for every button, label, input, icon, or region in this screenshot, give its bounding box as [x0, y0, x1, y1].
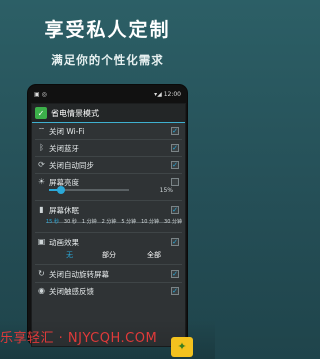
animation-icon: ▣ [37, 237, 46, 246]
leaf-battery-icon: ✓ [35, 107, 47, 119]
brightness-value: 15% [159, 187, 173, 194]
sleep-option[interactable]: 2 分钟 [102, 218, 117, 225]
card-header: ✓ 省电情景模式 [32, 104, 185, 123]
sync-icon: ⟳ [38, 160, 45, 169]
brightness-icon: ☀ [37, 177, 46, 186]
wifi-checkbox[interactable]: ✓ [171, 127, 179, 135]
auto-sync-checkbox[interactable]: ✓ [171, 161, 179, 169]
bluetooth-icon: ᛒ [39, 143, 44, 152]
auto-rotate-checkbox[interactable]: ✓ [171, 270, 179, 278]
setting-wifi[interactable]: ⌔ 关闭 Wi-Fi ✓ [32, 125, 185, 138]
rotate-icon: ↻ [38, 269, 45, 278]
watermark-logo-icon: ✦ [171, 337, 193, 357]
screen-sleep-checkbox[interactable]: ✓ [171, 206, 179, 214]
setting-haptic-feedback[interactable]: ◉ 关闭触感反馈 ✓ [32, 285, 185, 298]
sleep-option[interactable]: 5 分钟 [121, 218, 136, 225]
sleep-option[interactable]: 1 分钟 [82, 218, 97, 225]
setting-label: 关闭自动旋转屏幕 [49, 270, 109, 279]
setting-screen-sleep[interactable]: ▮ 屏幕休眠 ✓ 15 秒 30 秒 1 分钟 2 分钟 5 分钟 10 分钟 … [32, 204, 185, 228]
setting-label: 动画效果 [49, 238, 79, 247]
haptic-checkbox[interactable]: ✓ [171, 287, 179, 295]
screen-sleep-icon: ▮ [39, 205, 44, 214]
setting-label: 关闭自动同步 [49, 161, 94, 170]
animation-option-partial[interactable]: 部分 [102, 250, 116, 260]
haptic-icon: ◉ [38, 286, 45, 295]
setting-animation[interactable]: ▣ 动画效果 ✓ 无 部分 全部 [32, 236, 185, 262]
sleep-option[interactable]: 10 分钟 [141, 218, 159, 225]
bluetooth-checkbox[interactable]: ✓ [171, 144, 179, 152]
status-left: ▣ ◎ [34, 91, 47, 98]
setting-brightness[interactable]: ☀ 屏幕亮度 ✓ 15% [32, 176, 185, 198]
promo-title: 享受私人定制 [44, 19, 171, 41]
card-title: 省电情景模式 [51, 108, 99, 118]
promo-subtitle: 满足你的个性化需求 [51, 53, 164, 67]
brightness-knob[interactable] [57, 186, 65, 194]
animation-option-none[interactable]: 无 [66, 250, 73, 260]
sleep-option[interactable]: 30 秒 [64, 218, 77, 225]
setting-label: 关闭蓝牙 [49, 144, 79, 153]
brightness-slider[interactable] [49, 186, 129, 194]
status-right: ▾◢ 12:00 [154, 91, 181, 98]
setting-bluetooth[interactable]: ᛒ 关闭蓝牙 ✓ [32, 142, 185, 155]
setting-auto-rotate[interactable]: ↻ 关闭自动旋转屏幕 ✓ [32, 268, 185, 281]
power-saving-mode-card: ✓ 省电情景模式 ⌔ 关闭 Wi-Fi ✓ ᛒ 关闭蓝牙 ✓ ⟳ 关闭自动同步 … [31, 103, 186, 347]
brightness-checkbox[interactable]: ✓ [171, 178, 179, 186]
wifi-icon: ⌔ [37, 126, 46, 135]
animation-option-all[interactable]: 全部 [147, 250, 161, 260]
sleep-option[interactable]: 15 秒 [46, 218, 59, 225]
setting-label: 屏幕亮度 [49, 178, 79, 187]
setting-auto-sync[interactable]: ⟳ 关闭自动同步 ✓ [32, 159, 185, 172]
setting-label: 关闭触感反馈 [49, 287, 94, 296]
status-bar: ▣ ◎ ▾◢ 12:00 [32, 90, 183, 100]
sleep-options: 15 秒 30 秒 1 分钟 2 分钟 5 分钟 10 分钟 30 分钟 [46, 218, 182, 225]
animation-checkbox[interactable]: ✓ [171, 238, 179, 246]
sleep-option[interactable]: 30 分钟 [164, 218, 182, 225]
setting-label: 关闭 Wi-Fi [49, 127, 85, 136]
site-watermark: 乐享轻汇 · NJYCQH.COM [0, 331, 158, 346]
setting-label: 屏幕休眠 [49, 206, 79, 215]
